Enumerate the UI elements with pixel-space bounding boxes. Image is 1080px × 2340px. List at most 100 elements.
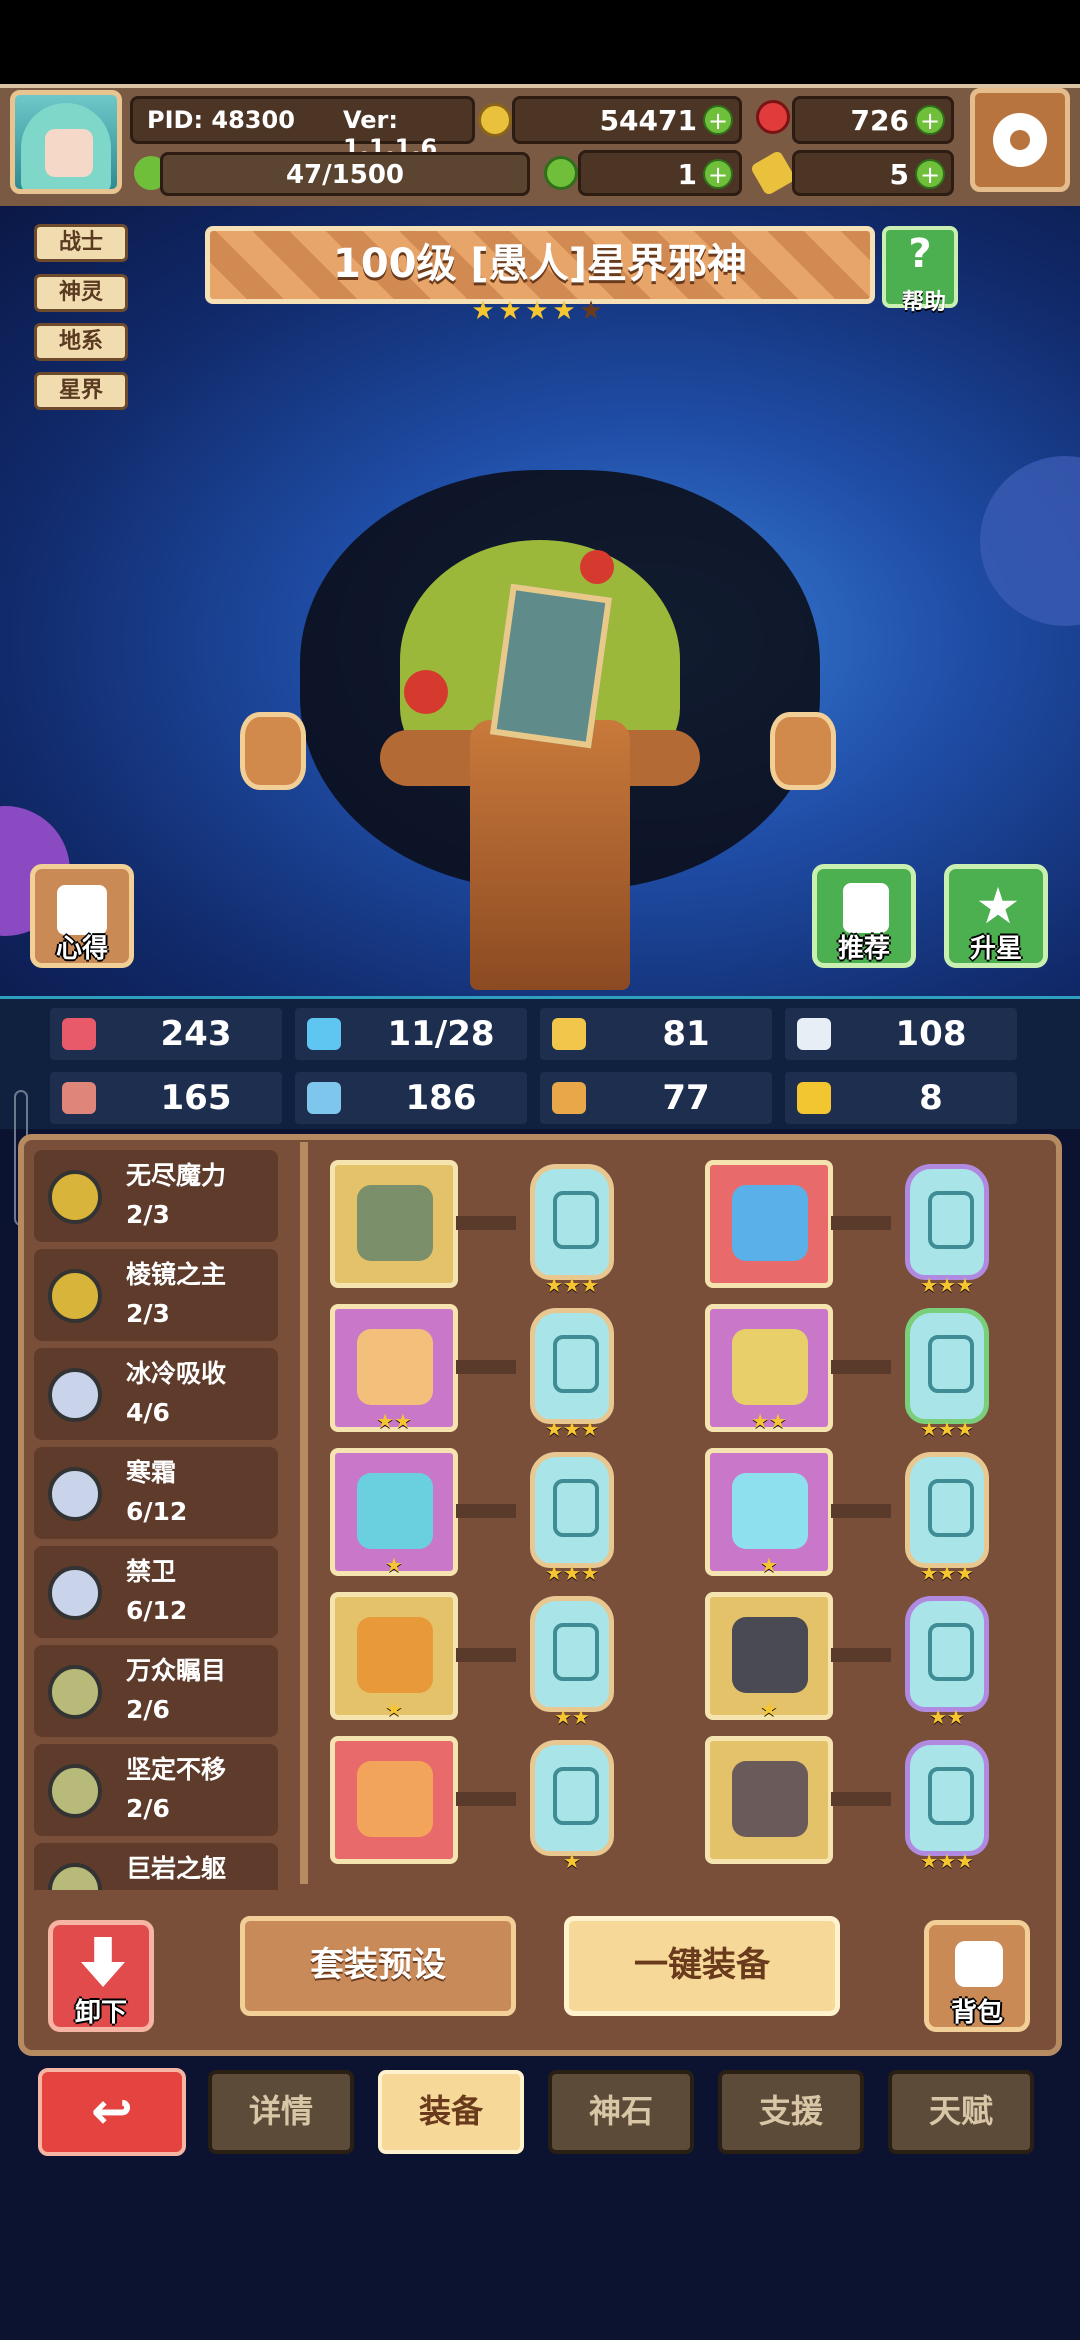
tab-1[interactable]: 详情 <box>208 2070 354 2154</box>
backpack-icon <box>955 1941 1003 1987</box>
unequip-button[interactable]: 卸下 <box>48 1920 154 2032</box>
rune-slot[interactable]: ★★★ <box>530 1164 614 1295</box>
tag-race[interactable]: 神灵 <box>34 274 128 312</box>
slot-connector <box>831 1504 891 1518</box>
equipment-item-icon <box>732 1329 808 1405</box>
equipment-slot[interactable]: ★ <box>330 1592 458 1720</box>
set-name: 万众瞩目 <box>126 1656 227 1685</box>
one-click-equip-button[interactable]: 一键装备 <box>564 1916 840 2016</box>
set-bonus-list[interactable]: 无尽魔力 2/3 棱镜之主 2/3 冰冷吸收 4/6 寒霜 6/12 禁卫 6/12 万众瞩目 2/6… <box>34 1150 292 1890</box>
stats-grid: 243 11/28 81 108 165 186 77 8 <box>50 1008 1030 1124</box>
set-preset-button[interactable]: 套装预设 <box>240 1916 516 2016</box>
rune-slot[interactable]: ★ <box>530 1740 614 1871</box>
tag-class[interactable]: 战士 <box>34 224 128 262</box>
item-star-rating: ★ <box>760 1697 778 1721</box>
equipment-slot[interactable]: ★ <box>705 1592 833 1720</box>
set-bonus-item[interactable]: 万众瞩目 2/6 <box>34 1645 278 1737</box>
gold-coin-icon <box>478 103 512 137</box>
insight-button[interactable]: 心得 <box>30 864 134 968</box>
hero-portrait <box>489 583 613 749</box>
tab-2[interactable]: 装备 <box>378 2070 524 2154</box>
set-medal-icon <box>48 1467 102 1521</box>
tab-4[interactable]: 支援 <box>718 2070 864 2154</box>
slot-connector <box>831 1216 891 1230</box>
tab-5[interactable]: 天赋 <box>888 2070 1034 2154</box>
add-clover-button[interactable]: + <box>703 159 733 189</box>
rune-star-rating: ★★★ <box>920 1273 974 1297</box>
set-bonus-item[interactable]: 棱镜之主 2/3 <box>34 1249 278 1341</box>
set-bonus-item[interactable]: 寒霜 6/12 <box>34 1447 278 1539</box>
hero-trunk <box>470 720 630 990</box>
unequip-label: 卸下 <box>74 1998 127 2028</box>
slot-connector <box>456 1792 516 1806</box>
horseshoe-icon <box>797 1082 831 1114</box>
down-arrow-icon <box>81 1937 125 1987</box>
stat-heart: 243 <box>50 1008 282 1060</box>
rune-slot[interactable]: ★★ <box>530 1596 614 1727</box>
item-star-rating: ★★ <box>376 1409 412 1433</box>
tab-3[interactable]: 神石 <box>548 2070 694 2154</box>
drop-icon <box>307 1018 341 1050</box>
set-bonus-item[interactable]: 无尽魔力 2/3 <box>34 1150 278 1242</box>
equipment-item-icon <box>357 1185 433 1261</box>
rune-slot[interactable]: ★★★ <box>905 1164 989 1295</box>
settings-button[interactable] <box>970 88 1070 192</box>
slot-connector <box>456 1504 516 1518</box>
help-button[interactable]: ? 帮助 <box>882 226 958 315</box>
back-button[interactable]: ↩ <box>38 2068 186 2156</box>
equipment-slot[interactable]: ★★ <box>705 1304 833 1432</box>
set-bonus-item[interactable]: 禁卫 6/12 <box>34 1546 278 1638</box>
player-avatar[interactable] <box>10 90 122 194</box>
thumbs-up-icon <box>843 883 889 933</box>
recommend-button[interactable]: 推荐 <box>812 864 916 968</box>
rune-slot[interactable]: ★★★ <box>905 1452 989 1583</box>
rune-star-rating: ★★ <box>929 1705 965 1729</box>
slot-connector <box>831 1360 891 1374</box>
star-icon: ★ <box>552 296 576 326</box>
gold-bar: 54471 + <box>512 96 742 144</box>
set-bonus-item[interactable]: 坚定不移 2/6 <box>34 1744 278 1836</box>
rune-slot[interactable]: ★★★ <box>530 1308 614 1439</box>
book-icon <box>307 1082 341 1114</box>
tag-element[interactable]: 地系 <box>34 323 128 361</box>
star-up-button[interactable]: ★ 升星 <box>944 864 1048 968</box>
set-bonus-item[interactable]: 冰冷吸收 4/6 <box>34 1348 278 1440</box>
equipment-slot[interactable] <box>330 1736 458 1864</box>
set-medal-icon <box>48 1863 102 1890</box>
equipment-slot[interactable] <box>705 1736 833 1864</box>
set-medal-icon <box>48 1665 102 1719</box>
fist-icon <box>62 1082 96 1114</box>
previous-hero-button[interactable] <box>240 712 306 790</box>
equipment-slot[interactable]: ★ <box>330 1448 458 1576</box>
planet-right <box>980 456 1080 626</box>
rune-slot[interactable]: ★★ <box>905 1596 989 1727</box>
key-bar: 5 + <box>792 150 954 196</box>
equipment-slot[interactable] <box>330 1160 458 1288</box>
bag-label: 背包 <box>950 1998 1003 2028</box>
rune-star-rating: ★★ <box>554 1705 590 1729</box>
equipment-item-icon <box>732 1185 808 1261</box>
add-gem-button[interactable]: + <box>915 105 945 135</box>
rune-slot[interactable]: ★★★ <box>905 1308 989 1439</box>
equipment-slot[interactable]: ★★ <box>330 1304 458 1432</box>
equipment-slot[interactable] <box>705 1160 833 1288</box>
gem-value: 726 <box>850 104 909 137</box>
equipment-slot[interactable]: ★ <box>705 1448 833 1576</box>
stat-drop: 11/28 <box>295 1008 527 1060</box>
add-gold-button[interactable]: + <box>703 105 733 135</box>
set-medal-icon <box>48 1764 102 1818</box>
next-hero-button[interactable] <box>770 712 836 790</box>
item-star-rating: ★ <box>385 1697 403 1721</box>
status-bar <box>0 0 1080 84</box>
gear-icon <box>993 113 1047 167</box>
rune-slot[interactable]: ★★★ <box>905 1740 989 1871</box>
add-key-button[interactable]: + <box>915 159 945 189</box>
stat-fist: 165 <box>50 1072 282 1124</box>
bag-button[interactable]: 背包 <box>924 1920 1030 2032</box>
rune-slot[interactable]: ★★★ <box>530 1452 614 1583</box>
tag-realm[interactable]: 星界 <box>34 372 128 410</box>
rune-star-rating: ★ <box>563 1849 581 1873</box>
slot-connector <box>456 1216 516 1230</box>
gold-value: 54471 <box>599 104 697 137</box>
set-bonus-item[interactable]: 巨岩之躯 <box>34 1843 278 1890</box>
